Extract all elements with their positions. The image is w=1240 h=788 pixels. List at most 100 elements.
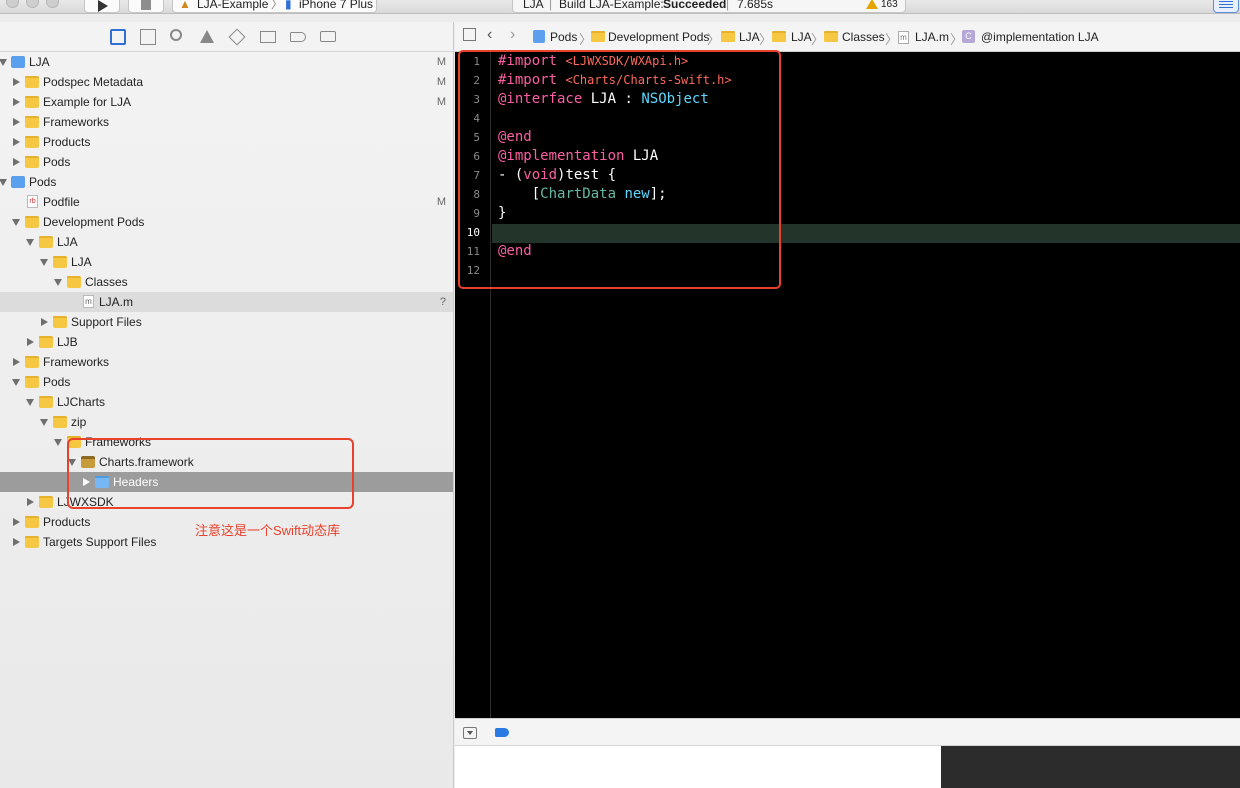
- chevron-right-icon: 〉: [885, 32, 899, 47]
- project-icon: [533, 30, 545, 43]
- folder-icon: [53, 316, 67, 328]
- tree-row[interactable]: rb Podfile M: [0, 192, 453, 212]
- tree-row[interactable]: Pods: [0, 152, 453, 172]
- minimize-window-button[interactable]: [26, 0, 39, 8]
- annotation-box-code: [458, 50, 781, 289]
- back-icon[interactable]: ‹: [487, 26, 492, 44]
- tree-row-selected[interactable]: m LJA.m?: [0, 292, 453, 312]
- source-control-icon[interactable]: [140, 29, 156, 45]
- breadcrumb-item[interactable]: Classes: [842, 30, 885, 44]
- folder-navigator-icon[interactable]: [110, 29, 126, 45]
- tree-row[interactable]: Example for LJA M: [0, 92, 453, 112]
- editor-layout-toggle[interactable]: [1213, 0, 1239, 13]
- device-name[interactable]: iPhone 7 Plus: [299, 0, 373, 12]
- folder-icon: [721, 31, 735, 42]
- folder-icon: [772, 31, 786, 42]
- stop-button[interactable]: [128, 0, 164, 13]
- tree-row[interactable]: Development Pods: [0, 212, 453, 232]
- folder-icon: [25, 516, 39, 528]
- folder-icon: [25, 536, 39, 548]
- folder-icon: [25, 76, 39, 88]
- activity-project: LJA: [523, 0, 544, 11]
- variables-view[interactable]: [455, 746, 941, 788]
- objc-file-icon: m: [83, 295, 94, 308]
- activity-divider: |: [549, 0, 553, 11]
- scheme-name: LJA-Example: [197, 0, 269, 11]
- tree-row[interactable]: Support Files: [0, 312, 453, 332]
- activity-build-prefix: Build LJA-Example:: [559, 0, 664, 11]
- tree-row[interactable]: Frameworks: [0, 112, 453, 132]
- folder-icon: [39, 236, 53, 248]
- folder-icon: [39, 496, 53, 508]
- phone-icon: ▮: [285, 0, 292, 11]
- tree-row[interactable]: LJA: [0, 252, 453, 272]
- activity-divider: |: [726, 0, 730, 11]
- breadcrumb-item[interactable]: LJA.m: [915, 30, 949, 44]
- project-navigator: LJA M Podspec Metadata M Example for LJA M …: [0, 22, 454, 788]
- toolbar: ▲ LJA-Example 〉 ▮ iPhone 7 Plus LJA | Bu…: [0, 0, 1240, 14]
- related-items-icon[interactable]: [463, 28, 476, 41]
- breakpoint-navigator-icon[interactable]: [290, 32, 306, 42]
- annotation-text: 注意这是一个Swift动态库: [195, 523, 341, 538]
- folder-icon: [53, 256, 67, 268]
- folder-icon: [25, 216, 39, 228]
- chevron-right-icon: 〉: [271, 0, 284, 11]
- folder-icon: [53, 416, 67, 428]
- objc-file-icon: m: [898, 31, 909, 44]
- tree-row[interactable]: zip: [0, 412, 453, 432]
- annotation-box-framework: [67, 438, 354, 509]
- tree-row[interactable]: Podspec Metadata M: [0, 72, 453, 92]
- ruby-file-icon: rb: [27, 195, 38, 208]
- search-icon[interactable]: [170, 29, 182, 41]
- chevron-right-icon: 〉: [811, 32, 825, 47]
- folder-icon: [591, 31, 605, 42]
- debug-navigator-icon[interactable]: [260, 31, 276, 43]
- folder-icon: [25, 356, 39, 368]
- tree-row[interactable]: Frameworks: [0, 352, 453, 372]
- play-icon: [98, 0, 108, 12]
- run-button[interactable]: [84, 0, 120, 13]
- project-icon: [11, 176, 25, 188]
- project-icon: [11, 56, 25, 68]
- tree-row[interactable]: Pods: [0, 172, 453, 192]
- tree-row[interactable]: Products: [0, 132, 453, 152]
- console-output[interactable]: [941, 746, 1240, 788]
- scheme-app-icon: ▲: [179, 0, 191, 11]
- tree-row[interactable]: LJCharts: [0, 392, 453, 412]
- folder-icon: [25, 156, 39, 168]
- hide-debug-area-icon[interactable]: [463, 727, 477, 739]
- tree-row[interactable]: LJA M: [0, 52, 453, 72]
- folder-icon: [67, 276, 81, 288]
- chevron-right-icon: 〉: [759, 32, 773, 47]
- folder-icon: [39, 336, 53, 348]
- tree-row[interactable]: Classes: [0, 272, 453, 292]
- tree-row[interactable]: Pods: [0, 372, 453, 392]
- breadcrumb-item[interactable]: LJA: [739, 30, 760, 44]
- zoom-window-button[interactable]: [46, 0, 59, 8]
- breadcrumb-item[interactable]: LJA: [791, 30, 812, 44]
- breadcrumb-item[interactable]: @implementation LJA: [981, 30, 1099, 44]
- breadcrumb-item[interactable]: Pods: [550, 30, 577, 44]
- folder-icon: [25, 136, 39, 148]
- report-navigator-icon[interactable]: [320, 31, 336, 42]
- close-window-button[interactable]: [6, 0, 19, 8]
- debug-bar: [455, 718, 1240, 746]
- forward-icon[interactable]: ›: [510, 26, 515, 44]
- tree-row[interactable]: LJA: [0, 232, 453, 252]
- activity-build-status: Succeeded: [663, 0, 727, 11]
- warning-navigator-icon[interactable]: [200, 30, 214, 43]
- tree-row[interactable]: LJB: [0, 332, 453, 352]
- stop-icon: [141, 0, 151, 10]
- warning-count[interactable]: 163: [881, 0, 898, 12]
- folder-icon: [25, 376, 39, 388]
- folder-icon: [25, 96, 39, 108]
- folder-icon: [25, 116, 39, 128]
- breakpoints-toggle-icon[interactable]: [495, 728, 509, 737]
- scheme-selector[interactable]: ▲ LJA-Example 〉 ▮ iPhone 7 Plus: [172, 0, 377, 13]
- navigator-tab-bar: [0, 22, 453, 52]
- folder-icon: [824, 31, 838, 42]
- activity-viewer: LJA | Build LJA-Example: Succeeded | 7.6…: [512, 0, 906, 13]
- breadcrumb-item[interactable]: Development Pods: [608, 30, 709, 44]
- warning-icon[interactable]: [866, 0, 878, 9]
- test-navigator-icon[interactable]: [228, 28, 246, 46]
